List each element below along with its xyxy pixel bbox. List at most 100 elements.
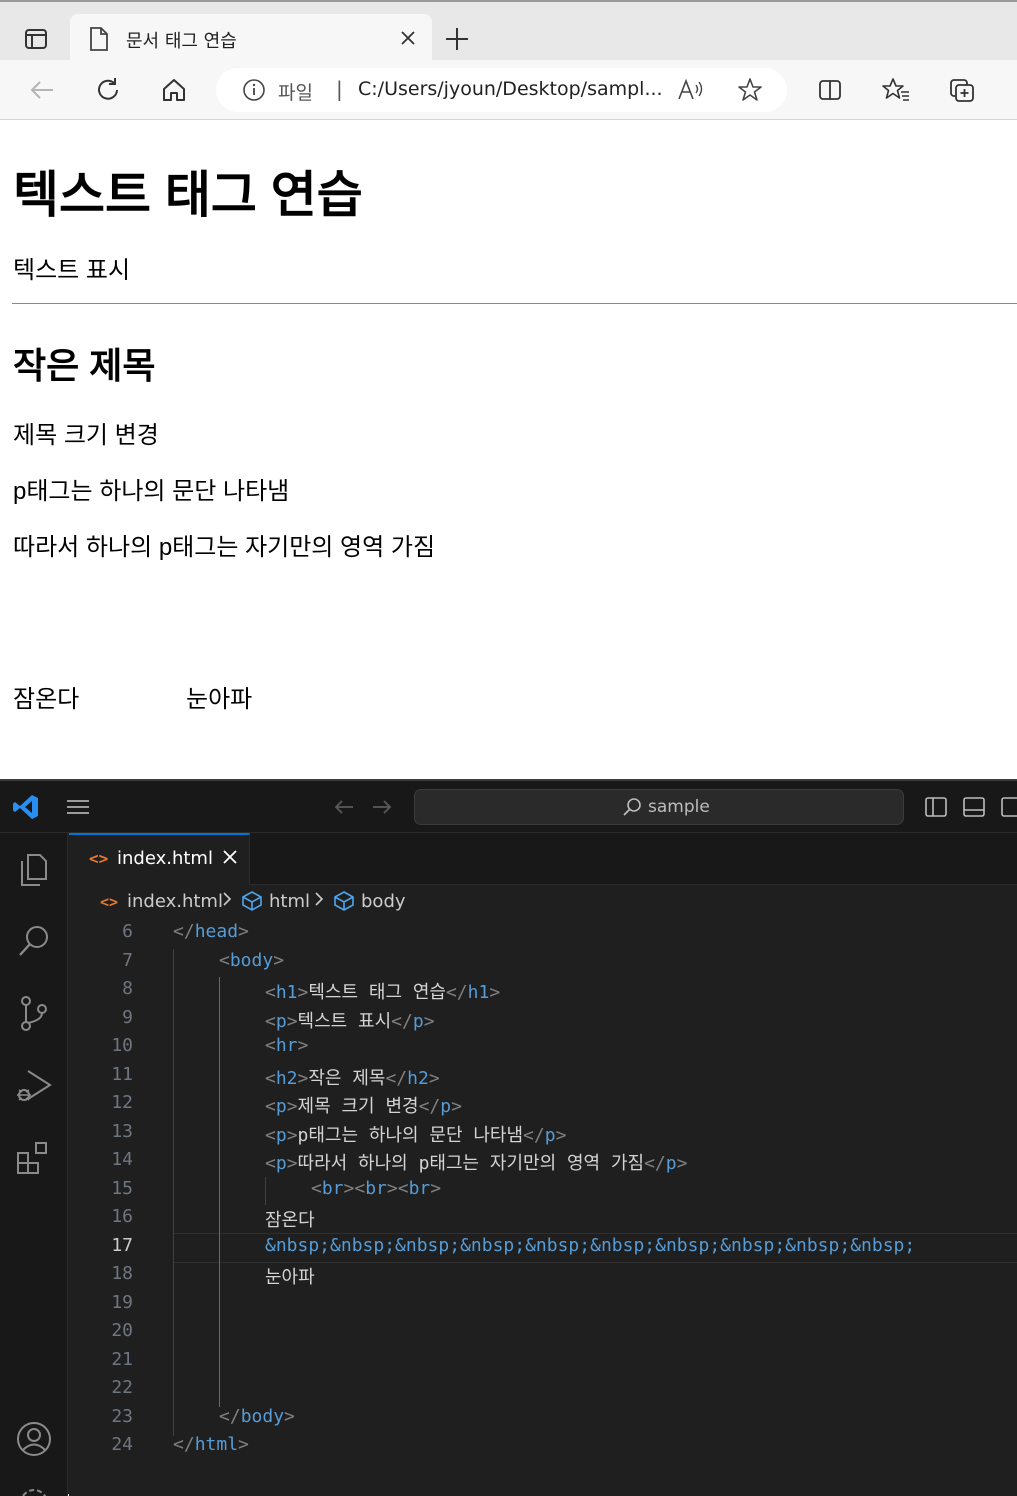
tag-name: h2 bbox=[275, 1067, 298, 1089]
tag-name: p bbox=[275, 1010, 287, 1032]
text-content: 텍스트 태그 연습 bbox=[308, 982, 446, 1003]
breadcrumb-html[interactable]: html bbox=[269, 891, 310, 912]
tab-label: index.html bbox=[117, 848, 213, 869]
code-line[interactable]: </body> bbox=[219, 1406, 295, 1427]
code-line[interactable]: <h1>텍스트 태그 연습</h1> bbox=[265, 978, 500, 1004]
new-tab-icon[interactable] bbox=[440, 22, 474, 56]
text-content: 따라서 하나의 p태그는 자기만의 영역 가짐 bbox=[297, 1153, 645, 1174]
refresh-icon[interactable] bbox=[90, 72, 126, 108]
toggle-panel-icon[interactable] bbox=[962, 795, 986, 823]
tag-bracket: </ bbox=[173, 1434, 195, 1455]
home-icon[interactable] bbox=[156, 72, 192, 108]
run-debug-icon[interactable] bbox=[14, 1065, 54, 1105]
code-line[interactable]: 눈아파 bbox=[265, 1263, 315, 1289]
split-screen-icon[interactable] bbox=[812, 72, 848, 108]
breadcrumb-body[interactable]: body bbox=[361, 891, 406, 912]
symbol-element-icon bbox=[333, 890, 355, 917]
html-entity: &nbsp;&nbsp;&nbsp;&nbsp;&nbsp;&nbsp;&nbs… bbox=[265, 1234, 916, 1256]
tag-bracket: > bbox=[428, 1067, 440, 1089]
address-scheme: 파일 bbox=[278, 82, 313, 104]
toggle-sidebar-icon[interactable] bbox=[924, 795, 948, 823]
tag-bracket: < bbox=[219, 949, 230, 971]
code-line[interactable]: <p>텍스트 표시</p> bbox=[265, 1007, 435, 1033]
address-separator: | bbox=[336, 77, 343, 101]
line-number: 10 bbox=[111, 1035, 133, 1056]
tag-bracket: > bbox=[423, 1010, 435, 1032]
text-content: 텍스트 표시 bbox=[297, 1010, 392, 1032]
collections-icon[interactable] bbox=[944, 72, 980, 108]
tag-bracket: > bbox=[676, 1153, 688, 1174]
code-line[interactable]: <p>따라서 하나의 p태그는 자기만의 영역 가짐</p> bbox=[265, 1149, 687, 1175]
search-panel-icon[interactable] bbox=[14, 921, 54, 961]
menu-icon[interactable] bbox=[64, 795, 92, 823]
tab-index-html[interactable]: <> index.html bbox=[69, 833, 250, 885]
back-icon[interactable] bbox=[24, 72, 60, 108]
line-number: 13 bbox=[111, 1120, 133, 1142]
line-number: 19 bbox=[111, 1291, 133, 1313]
text-eyes-hurt: 눈아파 bbox=[186, 686, 253, 713]
activity-bar bbox=[0, 833, 68, 1496]
code-line[interactable]: &nbsp;&nbsp;&nbsp;&nbsp;&nbsp;&nbsp;&nbs… bbox=[265, 1235, 915, 1256]
browser-tab-bar: 문서 태그 연습 bbox=[0, 0, 1017, 64]
tag-bracket: > bbox=[286, 1010, 298, 1032]
code-line[interactable]: <h2>작은 제목</h2> bbox=[265, 1064, 440, 1090]
line-number: 22 bbox=[111, 1377, 133, 1398]
favorites-icon[interactable] bbox=[878, 72, 914, 108]
breadcrumb-file[interactable]: index.html bbox=[127, 891, 223, 912]
page-heading-h2: 작은 제목 bbox=[13, 345, 156, 386]
tag-bracket: </ bbox=[644, 1153, 666, 1174]
tag-name: hr bbox=[275, 1035, 298, 1056]
toggle-secondary-sidebar-icon[interactable] bbox=[1000, 795, 1017, 823]
address-bar[interactable]: 파일 | C:/Users/jyoun/Desktop/sampl... bbox=[216, 68, 787, 112]
extensions-icon[interactable] bbox=[14, 1137, 54, 1177]
code-line[interactable]: <p>p태그는 하나의 문단 나타냄</p> bbox=[265, 1121, 566, 1147]
favorite-star-icon[interactable] bbox=[736, 76, 764, 108]
explorer-icon[interactable] bbox=[14, 849, 54, 889]
tag-bracket: > bbox=[297, 1067, 309, 1089]
tag-bracket: > bbox=[297, 1035, 309, 1056]
info-icon[interactable] bbox=[242, 78, 266, 106]
command-center-search[interactable]: sample bbox=[414, 789, 904, 825]
tag-name: body bbox=[229, 949, 274, 971]
nav-back-icon[interactable] bbox=[332, 795, 356, 823]
code-line[interactable]: <br><br><br> bbox=[311, 1178, 441, 1199]
tag-name: body bbox=[240, 1405, 285, 1427]
account-icon[interactable] bbox=[14, 1419, 54, 1459]
tag-name: p bbox=[544, 1124, 556, 1146]
tag-name: p bbox=[275, 1124, 287, 1146]
tag-bracket: > bbox=[286, 1096, 298, 1117]
chevron-right-icon bbox=[313, 889, 325, 914]
tag-name: head bbox=[194, 921, 239, 942]
paragraph-p-tag: p태그는 하나의 문단 나타냄 bbox=[13, 478, 290, 505]
nav-forward-icon[interactable] bbox=[370, 795, 394, 823]
browser-tab[interactable]: 문서 태그 연습 bbox=[70, 14, 432, 64]
tag-bracket: </ bbox=[418, 1096, 441, 1117]
paragraph-own-area: 따라서 하나의 p태그는 자기만의 영역 가짐 bbox=[13, 534, 436, 561]
tag-bracket: > bbox=[297, 982, 309, 1003]
browser-toolbar: 파일 | C:/Users/jyoun/Desktop/sampl... bbox=[0, 60, 1017, 120]
code-line[interactable]: <p>제목 크기 변경</p> bbox=[265, 1092, 462, 1118]
editor-tabs: <> index.html bbox=[69, 833, 1017, 885]
vscode-window: sample <> index.html <> index.html html … bbox=[0, 779, 1017, 1496]
search-icon bbox=[621, 796, 643, 822]
tag-name: h1 bbox=[467, 982, 490, 1003]
paragraph-heading-size: 제목 크기 변경 bbox=[13, 422, 159, 449]
code-line[interactable]: <hr> bbox=[265, 1035, 308, 1056]
command-center-text: sample bbox=[648, 797, 710, 817]
tag-name: h2 bbox=[407, 1067, 429, 1089]
tab-actions-icon[interactable] bbox=[14, 18, 58, 58]
address-url[interactable]: C:/Users/jyoun/Desktop/sampl... bbox=[358, 78, 663, 100]
code-line[interactable]: </html> bbox=[173, 1434, 249, 1455]
tag-name: h1 bbox=[275, 982, 298, 1003]
read-aloud-icon[interactable] bbox=[676, 77, 704, 107]
code-line[interactable]: <body> bbox=[219, 950, 284, 971]
source-control-icon[interactable] bbox=[14, 993, 54, 1033]
close-tab-icon[interactable] bbox=[398, 28, 418, 52]
code-editor[interactable]: 6 </head> 7 <body> 8 <h1>텍스트 태그 연습</h1> 9 <p>텍스… bbox=[69, 919, 1017, 1496]
close-icon[interactable] bbox=[220, 847, 240, 871]
code-line[interactable]: </head> bbox=[173, 921, 249, 942]
settings-gear-icon[interactable] bbox=[14, 1483, 54, 1496]
tag-bracket: < bbox=[265, 1035, 276, 1056]
tag-name: p bbox=[440, 1096, 452, 1117]
code-line[interactable]: 잠온다 bbox=[265, 1206, 315, 1232]
